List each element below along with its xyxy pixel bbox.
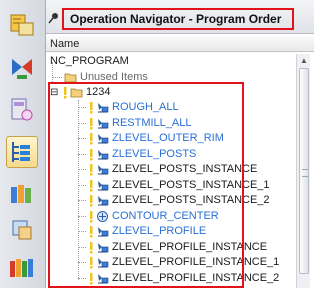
- operation-label: ZLEVEL_OUTER_RIM: [112, 132, 224, 144]
- part-navigator-button[interactable]: [6, 10, 38, 42]
- operation-row[interactable]: CONTOUR_CENTER: [50, 209, 290, 224]
- mill-operation-icon: [98, 165, 109, 175]
- operation-row[interactable]: ZLEVEL_POSTS_INSTANCE: [50, 162, 290, 177]
- operation-label: CONTOUR_CENTER: [112, 209, 219, 222]
- operation-navigator-panel: Operation Navigator - Program Order Name…: [46, 0, 314, 288]
- operation-navigator-button[interactable]: [6, 136, 38, 168]
- mill-operation-icon: [98, 227, 109, 237]
- tree-node-label: 1234: [86, 86, 111, 98]
- operation-row[interactable]: ZLEVEL_POSTS_INSTANCE_1: [50, 178, 290, 193]
- operation-label: ZLEVEL_POSTS_INSTANCE_1: [112, 178, 270, 191]
- mill-operation-icon: [98, 149, 109, 159]
- operation-label: ZLEVEL_POSTS: [112, 147, 197, 160]
- tree-node-root[interactable]: NC_PROGRAM: [50, 54, 290, 69]
- operation-tree: NC_PROGRAM Unused Items ⊟ 1234 ROUGH_ALL…: [46, 54, 296, 288]
- pin-icon[interactable]: [48, 12, 60, 24]
- operation-row[interactable]: ZLEVEL_OUTER_RIM: [50, 131, 290, 146]
- status-exclamation-icon: [90, 102, 93, 114]
- contour-operation-icon: [97, 210, 108, 222]
- scrollbar-thumb[interactable]: [299, 68, 309, 274]
- operation-row[interactable]: ZLEVEL_PROFILE_INSTANCE_2: [50, 271, 290, 286]
- collapse-toggle-icon[interactable]: ⊟: [50, 85, 58, 100]
- library-icon: [11, 185, 31, 203]
- mill-operation-icon: [98, 242, 109, 252]
- status-exclamation-icon: [90, 257, 93, 269]
- status-exclamation-icon: [90, 164, 93, 176]
- mill-operation-icon: [98, 118, 109, 128]
- operation-label: ZLEVEL_POSTS_INSTANCE: [112, 163, 258, 175]
- part-navigator-icon: [10, 14, 34, 36]
- operation-row[interactable]: RESTMILL_ALL: [50, 116, 290, 131]
- tree-node-label: Unused Items: [80, 71, 148, 83]
- vertical-scrollbar[interactable]: ▲: [296, 54, 310, 288]
- operation-label: ZLEVEL_PROFILE_INSTANCE: [112, 240, 268, 253]
- operation-row[interactable]: ZLEVEL_PROFILE: [50, 224, 290, 239]
- mill-operation-icon: [98, 196, 109, 206]
- navigator-title-bar: Operation Navigator - Program Order: [46, 0, 314, 34]
- operation-row[interactable]: ZLEVEL_POSTS_INSTANCE_2: [50, 193, 290, 208]
- machine-tool-icon: [11, 98, 33, 121]
- status-exclamation-icon: [90, 148, 93, 160]
- assembly-navigator-icon: [12, 59, 32, 79]
- navigator-title: Operation Navigator - Program Order: [62, 8, 294, 30]
- operation-label: ZLEVEL_POSTS_INSTANCE_2: [112, 194, 270, 206]
- mill-operation-icon: [98, 273, 109, 283]
- status-exclamation-icon: [90, 226, 93, 238]
- operation-row[interactable]: ZLEVEL_POSTS: [50, 147, 290, 162]
- app-window: Operation Navigator - Program Order Name…: [0, 0, 314, 288]
- status-exclamation-icon: [90, 210, 93, 222]
- assembly-navigator-button[interactable]: [6, 52, 38, 84]
- operation-row[interactable]: ROUGH_ALL: [50, 100, 290, 115]
- status-exclamation-icon: [90, 195, 93, 207]
- machine-tool-navigator-button[interactable]: [6, 94, 38, 126]
- folder-icon: [64, 73, 77, 83]
- library-button[interactable]: [6, 178, 38, 210]
- mill-operation-icon: [98, 180, 109, 190]
- tree-node-program-1234[interactable]: ⊟ 1234: [50, 85, 290, 100]
- program-folder-icon: [70, 88, 83, 98]
- scroll-up-arrow-icon[interactable]: ▲: [298, 55, 310, 67]
- status-exclamation-icon: [90, 133, 93, 145]
- status-exclamation-icon: [90, 117, 93, 129]
- operation-label: ZLEVEL_PROFILE_INSTANCE_1: [112, 256, 280, 268]
- resource-bar: [0, 0, 46, 288]
- name-column-header[interactable]: Name: [46, 36, 314, 52]
- operation-row[interactable]: ZLEVEL_PROFILE_INSTANCE: [50, 240, 290, 255]
- roles-button[interactable]: [6, 214, 38, 246]
- status-exclamation-icon: [90, 272, 93, 284]
- operation-label: ZLEVEL_PROFILE_INSTANCE_2: [112, 271, 280, 284]
- history-icon: [10, 259, 33, 277]
- operation-label: RESTMILL_ALL: [112, 116, 192, 129]
- mill-operation-icon: [98, 103, 109, 113]
- status-exclamation-icon: [64, 87, 67, 99]
- status-exclamation-icon: [90, 179, 93, 191]
- status-exclamation-icon: [90, 241, 93, 253]
- mill-operation-icon: [98, 258, 109, 268]
- operation-row[interactable]: ZLEVEL_PROFILE_INSTANCE_1: [50, 255, 290, 270]
- tree-node-unused-items[interactable]: Unused Items: [50, 70, 290, 85]
- operation-navigator-icon: [12, 142, 30, 162]
- history-button[interactable]: [6, 252, 38, 284]
- mill-operation-icon: [98, 134, 109, 144]
- operation-label: ZLEVEL_PROFILE: [112, 225, 207, 237]
- roles-icon: [12, 220, 32, 240]
- operation-label: ROUGH_ALL: [112, 101, 179, 113]
- tree-node-label: NC_PROGRAM: [50, 55, 129, 67]
